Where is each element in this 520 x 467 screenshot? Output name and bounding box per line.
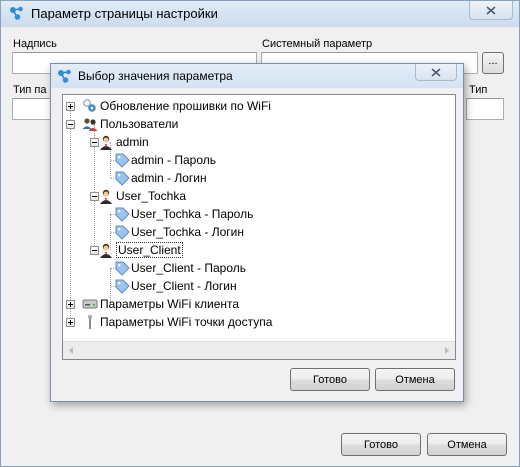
- chevron-right-icon: [445, 347, 449, 354]
- tree-node[interactable]: User_Tochka: [63, 187, 455, 205]
- tree-node-label: Параметры WiFi клиента: [100, 297, 240, 311]
- tree-node-label: User_Tochka - Пароль: [131, 207, 254, 221]
- tree-node[interactable]: User_Client - Пароль: [63, 259, 455, 277]
- tree-node[interactable]: admin - Логин: [63, 169, 455, 187]
- tree-node[interactable]: Пользователи: [63, 115, 455, 133]
- close-icon: [486, 5, 496, 15]
- tree-node-label: User_Tochka: [116, 189, 187, 203]
- tree-node-label: admin - Логин: [131, 171, 207, 185]
- tree-node-label: Обновление прошивки по WiFi: [100, 99, 271, 113]
- scroll-right-button[interactable]: [438, 342, 455, 359]
- tree-node[interactable]: User_Client - Логин: [63, 277, 455, 295]
- tree-node-label: User_Client - Пароль: [131, 261, 246, 275]
- tag-icon: [114, 260, 130, 276]
- tree-node[interactable]: admin: [63, 133, 455, 151]
- tree-node-label: Пользователи: [100, 117, 179, 131]
- scroll-left-button[interactable]: [63, 342, 80, 359]
- dialog-ok-button[interactable]: Готово: [290, 368, 370, 391]
- tag-icon: [114, 224, 130, 240]
- tree-node-label: User_Tochka - Логин: [131, 225, 244, 239]
- expand-icon[interactable]: [66, 102, 75, 111]
- tree-node-label: User_Client - Логин: [131, 279, 237, 293]
- right-field[interactable]: [466, 98, 504, 120]
- dialog-close-button[interactable]: [415, 64, 457, 81]
- collapse-icon[interactable]: [66, 120, 75, 129]
- tag-icon: [114, 278, 130, 294]
- expand-icon[interactable]: [66, 300, 75, 309]
- tag-icon: [114, 152, 130, 168]
- user-icon: [98, 242, 114, 258]
- tree-node[interactable]: User_Tochka - Пароль: [63, 205, 455, 223]
- window-title: Параметр страницы настройки: [31, 6, 218, 21]
- caption-label: Надпись: [13, 38, 57, 50]
- tree-node-label: User_Client: [116, 242, 183, 258]
- window-titlebar: Параметр страницы настройки: [1, 1, 519, 27]
- param-tree[interactable]: Обновление прошивки по WiFi Пользователи a…: [62, 94, 456, 360]
- dialog-titlebar: Выбор значения параметра: [51, 64, 463, 88]
- tree-node[interactable]: User_Tochka - Логин: [63, 223, 455, 241]
- browse-param-button[interactable]: ...: [482, 52, 504, 74]
- tree-node[interactable]: Параметры WiFi точки доступа: [63, 313, 455, 331]
- tag-icon: [114, 206, 130, 222]
- ok-button[interactable]: Готово: [341, 433, 421, 456]
- tree-node-label: admin: [116, 135, 149, 149]
- horizontal-scrollbar[interactable]: [63, 341, 455, 359]
- chevron-left-icon: [69, 347, 73, 354]
- expand-icon[interactable]: [66, 318, 75, 327]
- window-close-button[interactable]: [469, 1, 513, 20]
- firmware-icon: [82, 98, 98, 114]
- select-param-dialog: Выбор значения параметра Обновление прош…: [50, 63, 464, 402]
- dialog-title: Выбор значения параметра: [78, 69, 233, 83]
- tree-node[interactable]: Обновление прошивки по WiFi: [63, 97, 455, 115]
- dialog-cancel-button[interactable]: Отмена: [375, 368, 455, 391]
- tree-node-label: Параметры WiFi точки доступа: [100, 315, 273, 329]
- tag-icon: [114, 170, 130, 186]
- cancel-button[interactable]: Отмена: [427, 433, 507, 456]
- app-icon: [58, 69, 71, 83]
- type-label: Тип па: [13, 84, 47, 96]
- tree-node[interactable]: User_Client: [63, 241, 455, 259]
- tree-rows: Обновление прошивки по WiFi Пользователи a…: [63, 95, 455, 341]
- close-icon: [431, 67, 441, 77]
- tree-node[interactable]: admin - Пароль: [63, 151, 455, 169]
- type-label-right: Тип: [469, 84, 488, 96]
- antenna-icon: [82, 314, 98, 330]
- tree-node-label: admin - Пароль: [131, 153, 216, 167]
- app-icon: [10, 6, 23, 20]
- system-param-label: Системный параметр: [262, 38, 373, 50]
- user-icon: [98, 134, 114, 150]
- drive-icon: [82, 296, 98, 312]
- user-icon: [98, 188, 114, 204]
- tree-node[interactable]: Параметры WiFi клиента: [63, 295, 455, 313]
- users-group-icon: [82, 116, 98, 132]
